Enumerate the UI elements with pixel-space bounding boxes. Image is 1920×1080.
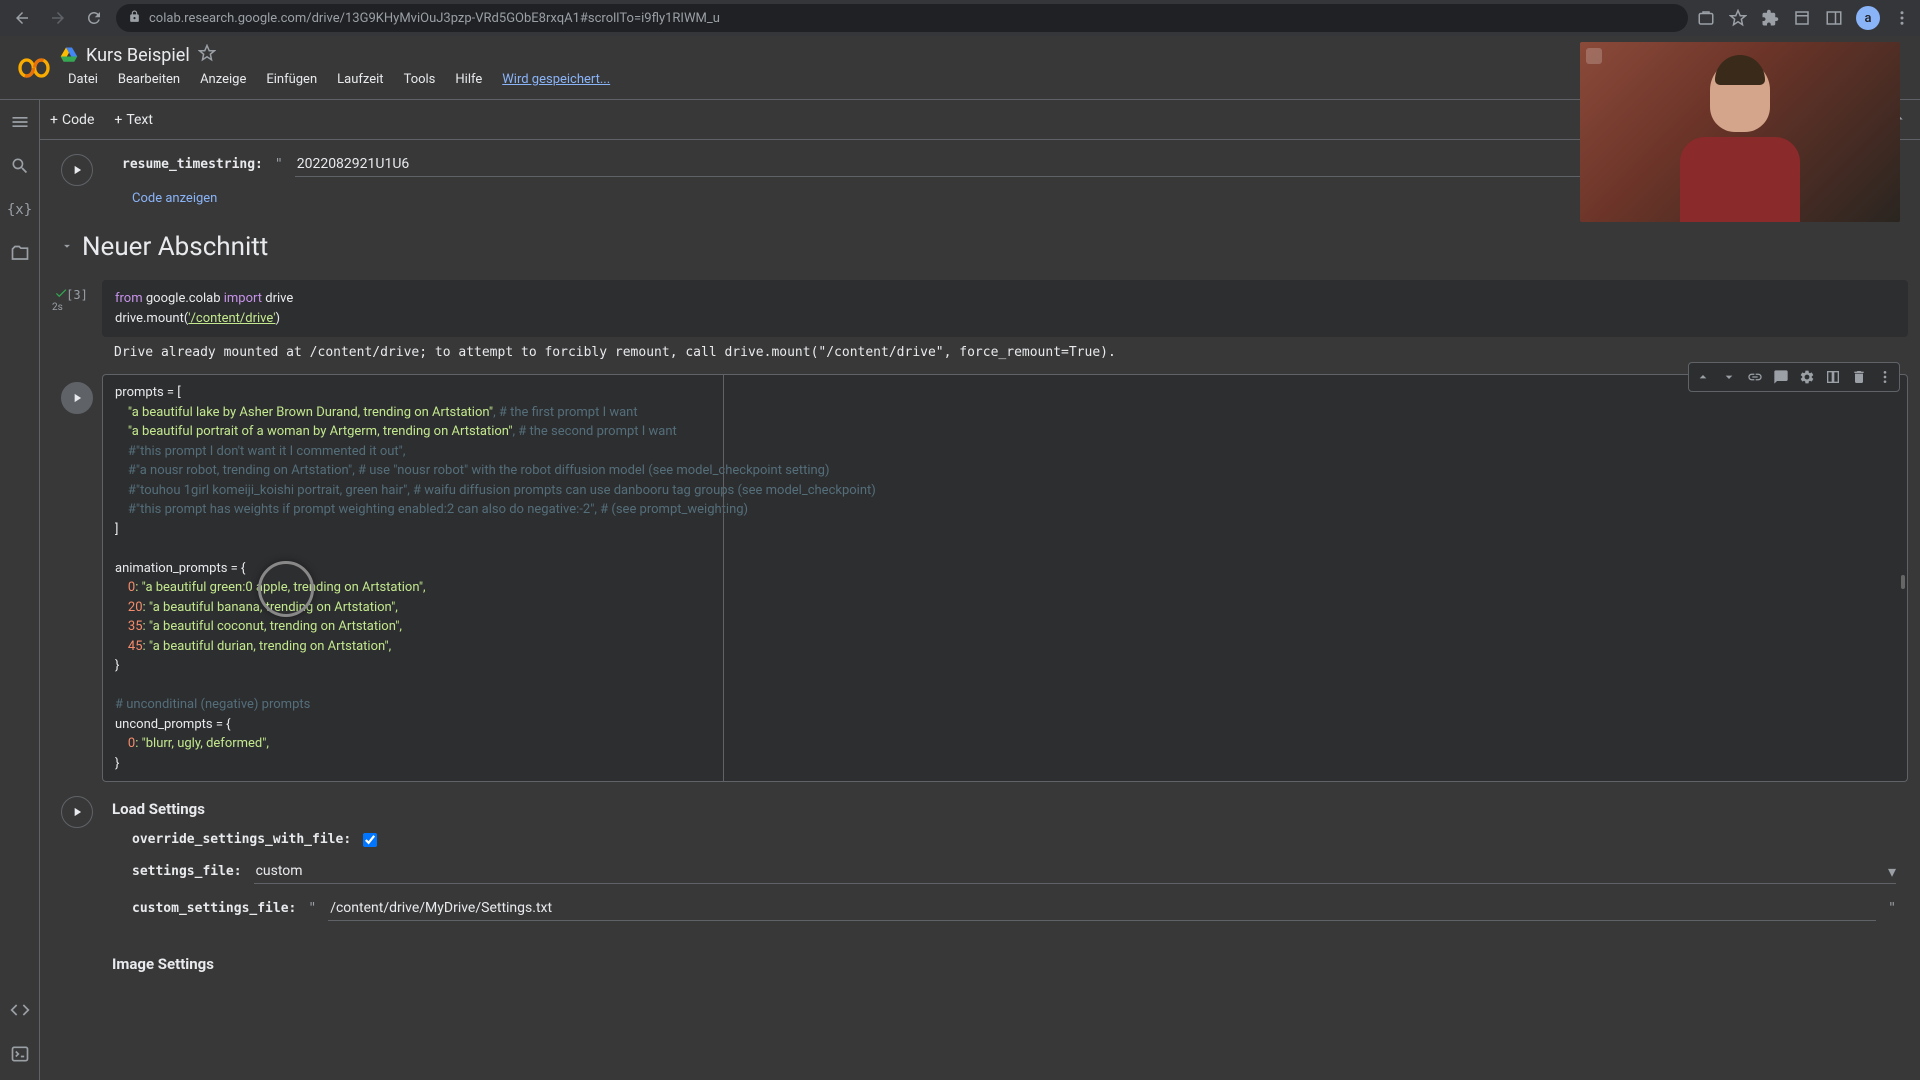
settings-button[interactable] [1795, 365, 1819, 389]
profile-avatar[interactable]: a [1856, 6, 1880, 30]
code-snippets-icon[interactable] [10, 1000, 30, 1020]
browser-menu-icon[interactable] [1892, 8, 1912, 28]
forward-button[interactable] [44, 4, 72, 32]
bookmark-icon[interactable] [1728, 8, 1748, 28]
code-editor[interactable]: prompts = [ "a beautiful lake by Asher B… [102, 374, 1908, 782]
section-title: Neuer Abschnitt [82, 232, 268, 262]
back-button[interactable] [8, 4, 36, 32]
toc-icon[interactable] [10, 112, 30, 132]
delete-button[interactable] [1847, 365, 1871, 389]
menu-hilfe[interactable]: Hilfe [447, 68, 490, 91]
run-button[interactable] [61, 382, 93, 414]
run-button[interactable] [61, 154, 93, 186]
share-icon[interactable] [1696, 8, 1716, 28]
left-sidebar: {x} [0, 100, 40, 1080]
search-icon[interactable] [10, 156, 30, 176]
custom-file-input[interactable] [328, 896, 1876, 921]
side-panel-icon[interactable] [1824, 8, 1844, 28]
comment-button[interactable] [1769, 365, 1793, 389]
scrollbar-thumb[interactable] [1901, 575, 1905, 589]
link-button[interactable] [1743, 365, 1767, 389]
add-text-button[interactable]: +Text [104, 108, 163, 132]
star-icon[interactable] [198, 44, 216, 66]
cell-drive-mount: 2s [3] from google.colab import drive dr… [52, 280, 1908, 368]
mirror-button[interactable] [1821, 365, 1845, 389]
cell-output: Drive already mounted at /content/drive;… [52, 337, 1908, 368]
cell-toolbar [1688, 362, 1900, 392]
section-header: Neuer Abschnitt [52, 220, 1908, 274]
override-label: override_settings_with_file: [132, 832, 351, 847]
notebook-content: resume_timestring: " Code anzeigen Neuer… [40, 140, 1920, 1080]
cell-load-settings: Load Settings override_settings_with_fil… [52, 788, 1908, 981]
lock-icon [128, 10, 141, 27]
load-settings-heading: Load Settings [102, 788, 1908, 826]
colab-logo[interactable] [16, 50, 52, 86]
reading-list-icon[interactable] [1792, 8, 1812, 28]
saving-status: Wird gespeichert... [494, 68, 618, 91]
url-text: colab.research.google.com/drive/13G9KHyM… [149, 11, 720, 26]
move-down-button[interactable] [1717, 365, 1741, 389]
image-settings-heading: Image Settings [102, 943, 1908, 981]
terminal-icon[interactable] [10, 1044, 30, 1064]
menu-einfuegen[interactable]: Einfügen [258, 68, 325, 91]
override-checkbox[interactable] [363, 833, 377, 847]
menu-datei[interactable]: Datei [60, 68, 106, 91]
code-editor[interactable]: from google.colab import drive drive.mou… [102, 280, 1908, 337]
menu-anzeige[interactable]: Anzeige [192, 68, 254, 91]
url-bar[interactable]: colab.research.google.com/drive/13G9KHyM… [116, 4, 1688, 32]
add-code-button[interactable]: +Code [40, 108, 104, 132]
browser-chrome: colab.research.google.com/drive/13G9KHyM… [0, 0, 1920, 36]
menu-bearbeiten[interactable]: Bearbeiten [110, 68, 188, 91]
menu-laufzeit[interactable]: Laufzeit [329, 68, 391, 91]
cell-prompts: prompts = [ "a beautiful lake by Asher B… [52, 374, 1908, 782]
more-button[interactable] [1873, 365, 1897, 389]
webcam-indicator [1586, 48, 1602, 64]
notebook-title[interactable]: Kurs Beispiel [86, 45, 190, 66]
extensions-icon[interactable] [1760, 8, 1780, 28]
settings-file-label: settings_file: [132, 864, 242, 879]
exec-success-icon [54, 286, 68, 300]
files-icon[interactable] [10, 244, 30, 264]
move-up-button[interactable] [1691, 365, 1715, 389]
reload-button[interactable] [80, 4, 108, 32]
menu-tools[interactable]: Tools [396, 68, 444, 91]
exec-count: [3] [66, 288, 88, 302]
webcam-overlay [1580, 42, 1900, 222]
exec-time: 2s [52, 302, 63, 313]
settings-file-select[interactable]: custom ▾ [254, 859, 1896, 884]
section-toggle[interactable] [60, 238, 74, 257]
custom-file-label: custom_settings_file: [132, 901, 296, 916]
drive-icon [60, 46, 78, 64]
variables-icon[interactable]: {x} [10, 200, 30, 220]
resume-label: resume_timestring: [122, 157, 263, 172]
chevron-down-icon: ▾ [1888, 862, 1896, 881]
run-button[interactable] [61, 796, 93, 828]
